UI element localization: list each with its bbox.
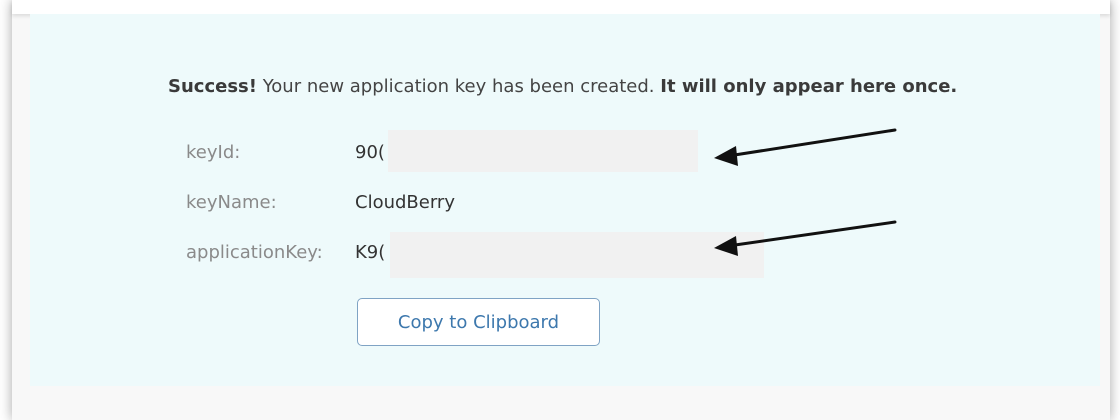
arrow-left-icon: [714, 128, 897, 166]
key-id-label: keyId:: [186, 142, 241, 163]
key-name-value: CloudBerry: [355, 192, 455, 213]
application-key-label: applicationKey:: [186, 242, 323, 263]
copy-to-clipboard-button[interactable]: Copy to Clipboard: [357, 298, 600, 346]
key-id-value: 90(: [355, 142, 385, 163]
success-message: Success! Your new application key has be…: [168, 76, 957, 97]
arrow-left-icon: [714, 220, 897, 256]
key-created-card: Success! Your new application key has be…: [12, 0, 1110, 420]
application-key-value: K9(: [355, 242, 386, 263]
success-lead: Success!: [168, 76, 257, 97]
success-emphasis: It will only appear here once.: [660, 76, 958, 97]
header-bar: [12, 0, 1110, 14]
success-panel: Success! Your new application key has be…: [30, 14, 1100, 386]
success-body: Your new application key has been create…: [256, 76, 661, 97]
key-id-redaction: [388, 130, 698, 172]
key-name-label: keyName:: [186, 192, 277, 213]
